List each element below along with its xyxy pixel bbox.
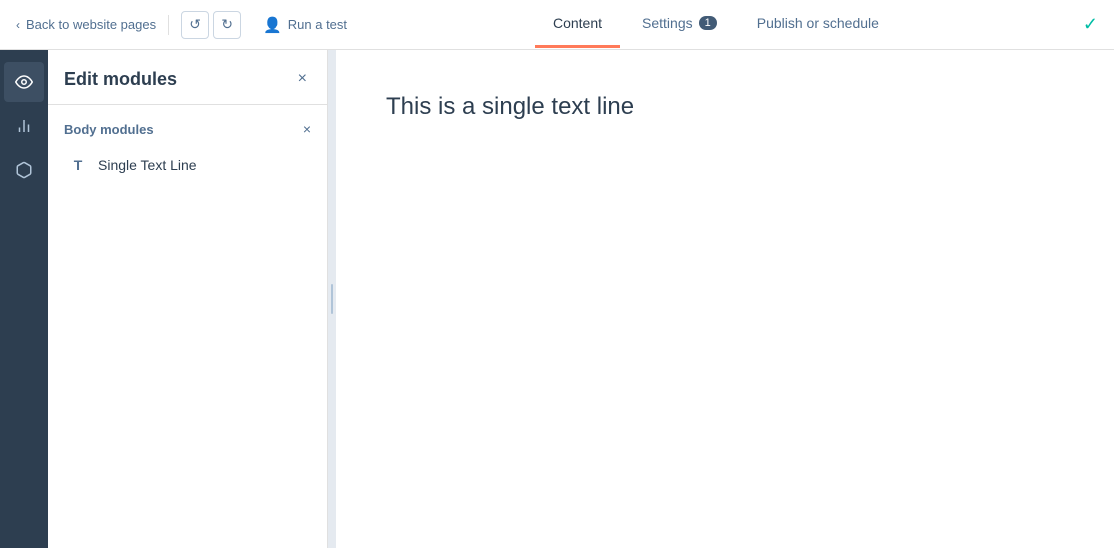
redo-icon: ↻ — [221, 16, 233, 33]
nav-divider — [168, 15, 169, 35]
edit-panel-close-button[interactable]: × — [294, 66, 311, 92]
run-test-person-icon: 👤 — [263, 16, 282, 34]
sidebar-item-chart[interactable] — [4, 106, 44, 146]
main-area: Edit modules × Body modules × T Single T… — [0, 50, 1114, 548]
edit-panel: Edit modules × Body modules × T Single T… — [48, 50, 328, 548]
preview-area: This is a single text line — [336, 50, 1114, 548]
resize-handle[interactable] — [328, 50, 336, 548]
edit-panel-title: Edit modules — [64, 69, 177, 90]
back-link[interactable]: ‹ Back to website pages — [16, 17, 156, 32]
tab-publish[interactable]: Publish or schedule — [739, 1, 897, 48]
check-icon: ✓ — [1083, 14, 1098, 35]
text-module-icon: T — [68, 157, 88, 173]
section-header: Body modules × — [64, 121, 311, 137]
tab-content[interactable]: Content — [535, 1, 620, 48]
module-label: Single Text Line — [98, 157, 197, 173]
settings-badge: 1 — [699, 16, 717, 30]
run-test-label: Run a test — [288, 17, 347, 32]
section-title: Body modules — [64, 122, 154, 137]
tab-settings[interactable]: Settings 1 — [624, 1, 735, 48]
undo-icon: ↺ — [189, 16, 201, 33]
eye-icon — [15, 73, 33, 91]
preview-text: This is a single text line — [386, 90, 1064, 124]
sidebar-item-eye[interactable] — [4, 62, 44, 102]
sidebar-item-box[interactable] — [4, 150, 44, 190]
tab-content-label: Content — [553, 15, 602, 31]
back-arrow-icon: ‹ — [16, 18, 20, 32]
undo-redo-group: ↺ ↻ — [181, 11, 241, 39]
edit-panel-header: Edit modules × — [48, 50, 327, 105]
chart-icon — [15, 117, 33, 135]
box-icon — [15, 161, 33, 179]
edit-panel-body: Body modules × T Single Text Line — [48, 105, 327, 548]
tab-publish-label: Publish or schedule — [757, 15, 879, 31]
redo-button[interactable]: ↻ — [213, 11, 241, 39]
top-nav: ‹ Back to website pages ↺ ↻ 👤 Run a test… — [0, 0, 1114, 50]
nav-tabs: Content Settings 1 Publish or schedule — [535, 1, 897, 48]
undo-button[interactable]: ↺ — [181, 11, 209, 39]
back-link-label: Back to website pages — [26, 17, 156, 32]
tab-settings-label: Settings — [642, 15, 693, 31]
icon-sidebar — [0, 50, 48, 548]
section-close-button[interactable]: × — [303, 121, 311, 137]
list-item[interactable]: T Single Text Line — [64, 149, 311, 181]
run-test-button[interactable]: 👤 Run a test — [253, 10, 357, 40]
